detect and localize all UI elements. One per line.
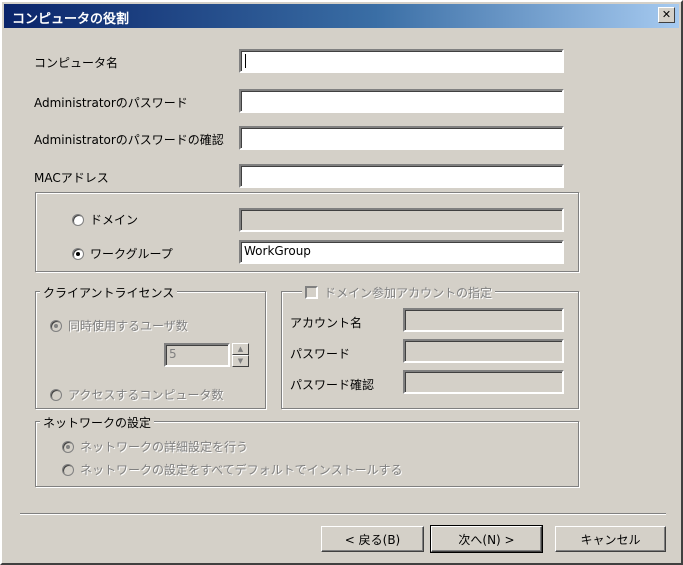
account-name-label: アカウント名 xyxy=(290,316,363,330)
admin-password-label: Administratorのパスワード xyxy=(34,96,188,110)
per-computer-label: アクセスするコンピュータ数 xyxy=(68,388,224,402)
admin-password-confirm-label: Administratorのパスワードの確認 xyxy=(34,133,224,147)
title-bar: コンピュータの役割 ✕ xyxy=(4,4,679,28)
network-detailed-radio-option: ネットワークの詳細設定を行う xyxy=(62,438,248,455)
network-default-radio xyxy=(62,463,74,476)
network-detailed-label: ネットワークの詳細設定を行う xyxy=(80,440,249,454)
domain-account-checkbox[interactable] xyxy=(305,286,318,299)
network-detailed-radio xyxy=(62,440,74,453)
domain-radio[interactable] xyxy=(72,213,84,226)
workgroup-input[interactable]: WorkGroup xyxy=(239,240,564,264)
text-caret xyxy=(245,54,246,68)
admin-password-confirm-input[interactable] xyxy=(239,126,564,150)
per-computer-radio xyxy=(50,388,62,401)
account-password-confirm-input xyxy=(403,370,564,394)
per-user-radio-option: 同時使用するユーザ数 xyxy=(50,317,188,334)
dialog-window: コンピュータの役割 ✕ コンピュータ名 Administratorのパスワード … xyxy=(0,0,683,565)
spin-up-icon: ▲ xyxy=(232,343,249,355)
cancel-button[interactable]: キャンセル xyxy=(555,526,666,552)
per-user-radio xyxy=(50,319,62,332)
admin-password-input[interactable] xyxy=(239,89,564,113)
user-count-value: 5 xyxy=(169,347,177,361)
per-computer-radio-option: アクセスするコンピュータ数 xyxy=(50,386,223,403)
close-icon[interactable]: ✕ xyxy=(658,7,675,23)
network-default-radio-option: ネットワークの設定をすべてデフォルトでインストールする xyxy=(62,461,402,478)
user-count-input: 5 xyxy=(164,343,230,367)
window-title: コンピュータの役割 xyxy=(12,12,130,27)
spin-down-icon: ▼ xyxy=(232,355,249,367)
network-default-label: ネットワークの設定をすべてデフォルトでインストールする xyxy=(80,463,403,477)
workgroup-value: WorkGroup xyxy=(244,244,311,258)
computer-name-input[interactable] xyxy=(239,49,564,73)
account-password-label: パスワード xyxy=(290,347,351,361)
mac-address-label: MACアドレス xyxy=(34,171,109,185)
workgroup-radio-label: ワークグループ xyxy=(90,247,173,261)
button-separator xyxy=(20,513,666,515)
account-name-input xyxy=(403,308,564,332)
domain-input xyxy=(239,208,564,232)
computer-name-label: コンピュータ名 xyxy=(34,56,119,70)
account-password-input xyxy=(403,339,564,363)
domain-account-legend-label: ドメイン参加アカウントの指定 xyxy=(324,286,493,300)
back-button[interactable]: < 戻る(B) xyxy=(321,526,424,552)
workgroup-radio-option[interactable]: ワークグループ xyxy=(72,245,173,262)
workgroup-radio[interactable] xyxy=(72,247,84,260)
client-license-legend: クライアントライセンス xyxy=(40,284,178,301)
account-password-confirm-label: パスワード確認 xyxy=(290,378,375,392)
domain-radio-option[interactable]: ドメイン xyxy=(72,211,138,228)
mac-address-input[interactable] xyxy=(239,164,564,188)
domain-radio-label: ドメイン xyxy=(90,213,139,227)
per-user-label: 同時使用するユーザ数 xyxy=(68,319,188,333)
next-button[interactable]: 次へ(N) > xyxy=(430,525,543,553)
network-legend: ネットワークの設定 xyxy=(40,414,155,431)
domain-account-legend[interactable]: ドメイン参加アカウントの指定 xyxy=(302,284,496,301)
